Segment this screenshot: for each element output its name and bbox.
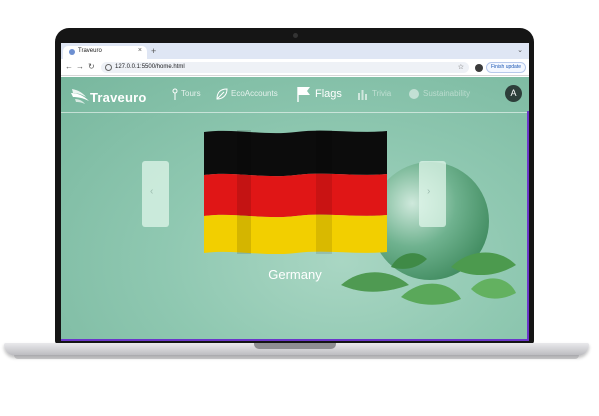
bookmark-star-icon[interactable]: ☆ bbox=[458, 63, 464, 71]
pin-icon bbox=[172, 88, 178, 100]
nav-label-ecoaccounts: EcoAccounts bbox=[231, 89, 278, 98]
url-text: 127.0.0.1:5500/home.html bbox=[115, 64, 185, 70]
webcam bbox=[293, 33, 298, 38]
user-avatar[interactable]: A bbox=[505, 85, 522, 102]
country-name: Germany bbox=[268, 267, 322, 282]
window-border-bottom bbox=[61, 339, 529, 341]
back-button[interactable]: ← bbox=[65, 62, 73, 72]
nav-label-tours: Tours bbox=[181, 89, 201, 98]
leaf-icon bbox=[216, 88, 228, 100]
germany-flag-image bbox=[204, 130, 387, 254]
nav-item-flags[interactable]: Flags bbox=[297, 86, 347, 104]
nav-item-tours[interactable]: Tours bbox=[169, 88, 209, 102]
laptop-shadow bbox=[14, 355, 579, 359]
globe-icon bbox=[409, 89, 419, 99]
logo-text: Traveuro bbox=[90, 90, 147, 105]
address-bar[interactable]: 127.0.0.1:5500/home.html ☆ bbox=[101, 62, 469, 73]
laptop-notch bbox=[254, 343, 336, 349]
window-border bbox=[527, 111, 529, 341]
web-page: Traveuro Tours EcoAccounts Flags Trivia … bbox=[61, 77, 529, 341]
tab-title: Traveuro bbox=[78, 48, 102, 54]
chart-icon bbox=[358, 90, 367, 100]
browser-tab[interactable]: Traveuro × bbox=[63, 46, 147, 59]
browser-window: Traveuro × + ⌄ ← → ↻ 127.0.0.1:5500/home… bbox=[61, 43, 529, 341]
wing-logo-icon bbox=[71, 89, 89, 104]
flag-stripe-red bbox=[204, 173, 387, 218]
profile-icon[interactable] bbox=[475, 64, 483, 72]
browser-toolbar: ← → ↻ 127.0.0.1:5500/home.html ☆ Finish … bbox=[61, 59, 529, 76]
nav-item-ecoaccounts[interactable]: EcoAccounts bbox=[216, 88, 286, 102]
finish-update-button[interactable]: Finish update bbox=[486, 62, 526, 73]
chevron-right-icon: › bbox=[427, 186, 431, 197]
flag-stripe-gold bbox=[204, 214, 387, 254]
tab-close-icon[interactable]: × bbox=[138, 47, 142, 54]
reload-button[interactable]: ↻ bbox=[88, 62, 95, 72]
nav-item-trivia[interactable]: Trivia bbox=[357, 88, 397, 102]
nav-item-sustainability[interactable]: Sustainability bbox=[408, 88, 488, 102]
tab-strip: Traveuro × + ⌄ bbox=[61, 43, 529, 59]
site-logo[interactable]: Traveuro bbox=[69, 85, 146, 107]
site-navbar: Traveuro Tours EcoAccounts Flags Trivia … bbox=[61, 77, 529, 113]
forward-button[interactable]: → bbox=[76, 62, 84, 72]
chevron-left-icon: ‹ bbox=[150, 186, 154, 197]
nav-label-flags: Flags bbox=[315, 88, 342, 100]
flag-stripe-black bbox=[204, 130, 387, 177]
nav-label-sustainability: Sustainability bbox=[423, 89, 471, 98]
tab-search-icon[interactable]: ⌄ bbox=[517, 46, 523, 54]
next-flag-button[interactable]: › bbox=[419, 161, 446, 227]
nav-label-trivia: Trivia bbox=[372, 89, 392, 98]
laptop-mockup: Traveuro × + ⌄ ← → ↻ 127.0.0.1:5500/home… bbox=[0, 0, 599, 416]
prev-flag-button[interactable]: ‹ bbox=[142, 161, 169, 227]
new-tab-button[interactable]: + bbox=[151, 46, 156, 56]
site-info-icon[interactable] bbox=[105, 64, 112, 71]
favicon-icon bbox=[69, 49, 75, 55]
flag-icon bbox=[297, 87, 310, 102]
